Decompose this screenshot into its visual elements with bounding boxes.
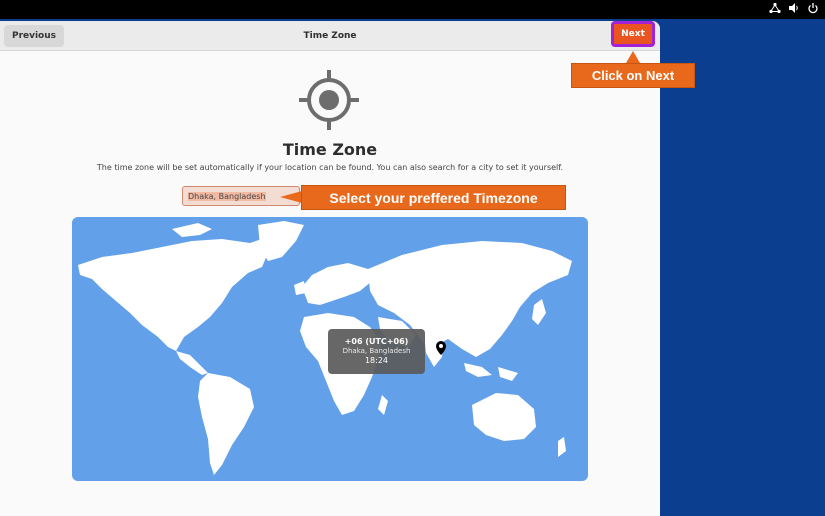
power-icon[interactable] [807, 2, 819, 14]
timezone-tooltip: +06 (UTC+06) Dhaka, Bangladesh 18:24 [328, 329, 425, 374]
page-description: The time zone will be set automatically … [96, 163, 564, 172]
search-input-value: Dhaka, Bangladesh [188, 191, 266, 201]
next-callout: Click on Next [571, 63, 695, 88]
timezone-callout: Select your preffered Timezone [301, 185, 566, 210]
top-bar [0, 0, 825, 19]
volume-icon[interactable] [788, 2, 800, 14]
timezone-local-time: 18:24 [364, 356, 389, 365]
timezone-city: Dhaka, Bangladesh [342, 347, 411, 355]
world-map[interactable]: +06 (UTC+06) Dhaka, Bangladesh 18:24 [72, 217, 588, 481]
system-tray[interactable] [769, 2, 819, 14]
timezone-offset: +06 (UTC+06) [344, 337, 409, 346]
location-crosshair-icon [298, 69, 360, 135]
installer-window: Previous Time Zone Next Time Zone The ti… [0, 21, 660, 516]
next-callout-arrow [626, 51, 640, 63]
network-icon[interactable] [769, 2, 781, 14]
page-title: Time Zone [282, 140, 378, 159]
window-title: Time Zone [303, 30, 357, 41]
timezone-callout-arrow [280, 191, 302, 203]
header-bar: Previous Time Zone Next [0, 21, 660, 51]
next-button[interactable]: Next [611, 21, 655, 47]
